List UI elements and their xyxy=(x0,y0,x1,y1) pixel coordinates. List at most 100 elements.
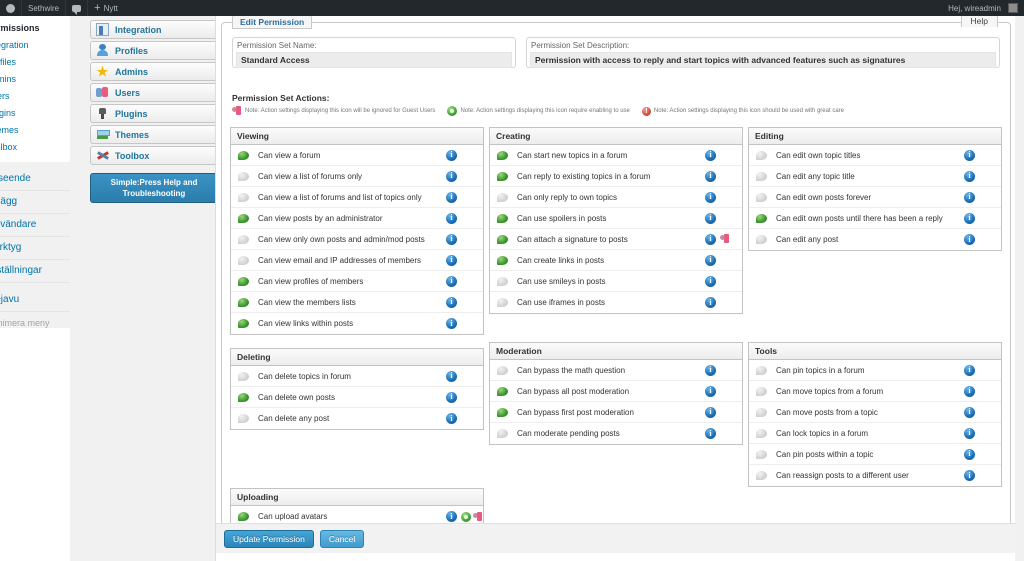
collapse-menu-button[interactable]: Minimera meny xyxy=(0,312,70,328)
permission-row[interactable]: Can delete own posts i xyxy=(231,387,483,408)
info-icon[interactable]: i xyxy=(964,170,975,182)
permission-row[interactable]: Can use spoilers in posts i xyxy=(490,208,742,229)
toggle-on-icon[interactable] xyxy=(237,150,250,161)
permission-row[interactable]: Can view a forum i xyxy=(231,145,483,166)
info-icon[interactable]: i xyxy=(705,212,716,224)
toggle-off-icon[interactable] xyxy=(496,297,509,308)
spnav-item-profiles[interactable]: Profiles xyxy=(90,41,218,60)
permission-row[interactable]: Can move topics from a forum i xyxy=(749,381,1001,402)
sidebar-item-users-wp[interactable]: Användare xyxy=(0,214,70,237)
info-icon[interactable]: i xyxy=(446,233,457,245)
info-icon[interactable]: i xyxy=(446,511,457,522)
toggle-off-icon[interactable] xyxy=(237,192,250,203)
adminbar-comments[interactable] xyxy=(66,0,87,16)
toggle-off-icon[interactable] xyxy=(496,428,509,439)
info-icon[interactable]: i xyxy=(964,448,975,460)
info-icon[interactable]: i xyxy=(446,212,457,224)
info-icon[interactable]: i xyxy=(964,234,975,245)
permission-row[interactable]: Can use iframes in posts i xyxy=(490,292,742,313)
info-icon[interactable]: i xyxy=(705,254,716,266)
toggle-on-icon[interactable] xyxy=(755,213,768,224)
toggle-off-icon[interactable] xyxy=(755,150,768,161)
toggle-off-icon[interactable] xyxy=(755,171,768,182)
permission-row[interactable]: Can delete any post i xyxy=(231,408,483,429)
permission-row[interactable]: Can view a list of forums and list of to… xyxy=(231,187,483,208)
toggle-on-icon[interactable] xyxy=(237,213,250,224)
toggle-off-icon[interactable] xyxy=(496,192,509,203)
permission-row[interactable]: Can edit any post i xyxy=(749,229,1001,250)
permission-row[interactable]: Can bypass all post moderation i xyxy=(490,381,742,402)
permission-set-name-field[interactable]: Permission Set Name: Standard Access xyxy=(232,37,516,68)
permission-row[interactable]: Can attach a signature to posts i xyxy=(490,229,742,250)
permission-row[interactable]: Can view profiles of members i xyxy=(231,271,483,292)
info-icon[interactable]: i xyxy=(446,149,457,161)
permission-row[interactable]: Can delete topics in forum i xyxy=(231,366,483,387)
info-icon[interactable]: i xyxy=(446,275,457,287)
permission-row[interactable]: Can pin topics in a forum i xyxy=(749,360,1001,381)
permission-row[interactable]: Can create links in posts i xyxy=(490,250,742,271)
permission-row[interactable]: Can edit own posts forever i xyxy=(749,187,1001,208)
info-icon[interactable]: i xyxy=(705,428,716,439)
permission-row[interactable]: Can bypass first post moderation i xyxy=(490,402,742,423)
toggle-off-icon[interactable] xyxy=(755,365,768,376)
permission-row[interactable]: Can only reply to own topics i xyxy=(490,187,742,208)
adminbar-site-name[interactable]: Sethwire xyxy=(22,0,65,16)
permission-row[interactable]: Can view only own posts and admin/mod po… xyxy=(231,229,483,250)
permission-row[interactable]: Can edit own posts until there has been … xyxy=(749,208,1001,229)
toggle-on-icon[interactable] xyxy=(496,213,509,224)
info-icon[interactable]: i xyxy=(705,364,716,376)
permission-row[interactable]: Can edit any topic title i xyxy=(749,166,1001,187)
permission-row[interactable]: Can pin posts within a topic i xyxy=(749,444,1001,465)
info-icon[interactable]: i xyxy=(446,391,457,403)
info-icon[interactable]: i xyxy=(446,170,457,182)
spnav-item-users[interactable]: Users xyxy=(90,83,218,102)
update-permission-button[interactable]: Update Permission xyxy=(224,529,314,548)
spnav-item-toolbox[interactable]: Toolbox xyxy=(90,146,218,165)
toggle-off-icon[interactable] xyxy=(755,234,768,245)
toggle-on-icon[interactable] xyxy=(496,255,509,266)
toggle-off-icon[interactable] xyxy=(237,171,250,182)
sidebar-item-appearance[interactable]: Utseende xyxy=(0,168,70,191)
toggle-off-icon[interactable] xyxy=(237,255,250,266)
info-icon[interactable]: i xyxy=(705,275,716,287)
toggle-on-icon[interactable] xyxy=(237,318,250,329)
toggle-off-icon[interactable] xyxy=(237,371,250,382)
permission-row[interactable]: Can view posts by an administrator i xyxy=(231,208,483,229)
toggle-on-icon[interactable] xyxy=(496,150,509,161)
permission-row[interactable]: Can moderate pending posts i xyxy=(490,423,742,444)
sidebar-item-permissions[interactable]: Permissions xyxy=(0,20,70,37)
info-icon[interactable]: i xyxy=(446,254,457,266)
info-icon[interactable]: i xyxy=(705,191,716,203)
info-icon[interactable]: i xyxy=(964,191,975,203)
sidebar-item-plugins[interactable]: Plugins xyxy=(0,105,70,122)
info-icon[interactable]: i xyxy=(964,364,975,376)
toggle-on-icon[interactable] xyxy=(496,234,509,245)
info-icon[interactable]: i xyxy=(446,370,457,382)
info-icon[interactable]: i xyxy=(705,406,716,418)
toggle-off-icon[interactable] xyxy=(755,192,768,203)
permission-row[interactable]: Can reply to existing topics in a forum i xyxy=(490,166,742,187)
info-icon[interactable]: i xyxy=(705,149,716,161)
spnav-item-admins[interactable]: ★ Admins xyxy=(90,62,218,81)
permission-row[interactable]: Can move posts from a topic i xyxy=(749,402,1001,423)
toggle-off-icon[interactable] xyxy=(755,428,768,439)
toggle-on-icon[interactable] xyxy=(496,386,509,397)
permission-set-name-value[interactable]: Standard Access xyxy=(236,52,512,68)
info-icon[interactable]: i xyxy=(964,385,975,397)
sidebar-item-themes[interactable]: Themes xyxy=(0,122,70,139)
sidebar-item-users[interactable]: Users xyxy=(0,88,70,105)
sidebar-item-integration[interactable]: Integration xyxy=(0,37,70,54)
toggle-off-icon[interactable] xyxy=(237,413,250,424)
info-icon[interactable]: i xyxy=(964,427,975,439)
info-icon[interactable]: i xyxy=(964,212,975,224)
sidebar-item-tools[interactable]: Verktyg xyxy=(0,237,70,260)
sidebar-item-toolbox[interactable]: Toolbox xyxy=(0,139,70,156)
sidebar-item-dejavu[interactable]: Dejavu xyxy=(0,289,70,312)
sidebar-item-admins[interactable]: Admins xyxy=(0,71,70,88)
permission-row[interactable]: Can reassign posts to a different user i xyxy=(749,465,1001,486)
toggle-on-icon[interactable] xyxy=(237,392,250,403)
permission-row[interactable]: Can lock topics in a forum i xyxy=(749,423,1001,444)
toggle-on-icon[interactable] xyxy=(237,276,250,287)
toggle-off-icon[interactable] xyxy=(755,407,768,418)
toggle-on-icon[interactable] xyxy=(496,171,509,182)
